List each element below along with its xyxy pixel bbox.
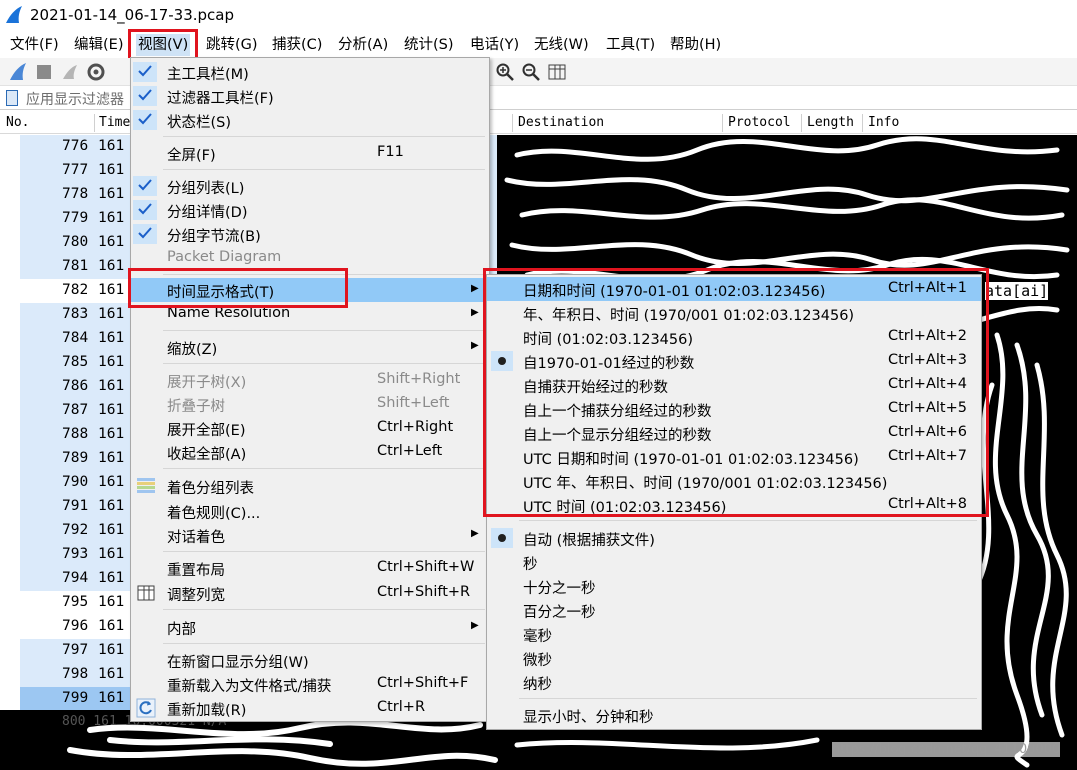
menu-item-zoom[interactable]: 缩放(Z) ▶ xyxy=(131,335,489,359)
reload-icon xyxy=(136,698,156,718)
menu-wireless[interactable]: 无线(W) xyxy=(532,34,591,56)
column-length[interactable]: Length xyxy=(807,115,854,130)
precision-option[interactable]: 纳秒 xyxy=(487,670,981,694)
info-fragment: ata[ai] xyxy=(985,282,1049,300)
display-filter-input[interactable]: 应用显示过滤器 xyxy=(26,89,124,109)
check-icon xyxy=(133,62,157,82)
check-icon xyxy=(133,110,157,130)
menu-file[interactable]: 文件(F) xyxy=(8,34,61,56)
menu-item-coloring-rules[interactable]: 着色规则(C)... xyxy=(131,499,489,523)
view-menu: 主工具栏(M) 过滤器工具栏(F) 状态栏(S) 全屏(F) F11 分组列表(… xyxy=(130,57,490,722)
menu-item-reload-as-file-format[interactable]: 重新载入为文件格式/捕获 Ctrl+Shift+F xyxy=(131,672,489,696)
menu-tools[interactable]: 工具(T) xyxy=(604,34,657,56)
menu-go[interactable]: 跳转(G) xyxy=(204,34,260,56)
zoom-out-icon[interactable] xyxy=(521,62,541,82)
menu-item-expand-all[interactable]: 展开全部(E) Ctrl+Right xyxy=(131,416,489,440)
menu-separator xyxy=(163,363,485,364)
zoom-in-icon[interactable] xyxy=(495,62,515,82)
menu-item-packet-diagram[interactable]: Packet Diagram xyxy=(131,246,489,270)
column-separator[interactable] xyxy=(722,114,723,132)
menu-separator xyxy=(519,520,977,521)
colorize-list-icon xyxy=(137,478,155,493)
menu-separator xyxy=(519,698,977,699)
menu-separator xyxy=(163,468,485,469)
annotation-time-format-box xyxy=(128,268,348,308)
menu-capture[interactable]: 捕获(C) xyxy=(270,34,324,56)
menu-separator xyxy=(163,609,485,610)
column-time[interactable]: Time xyxy=(99,115,130,130)
menu-item-show-hms[interactable]: 显示小时、分钟和秒 xyxy=(487,703,981,727)
menu-item-status-bar[interactable]: 状态栏(S) xyxy=(131,108,489,132)
menu-item-expand-subtrees[interactable]: 展开子树(X) Shift+Right xyxy=(131,368,489,392)
start-capture-icon[interactable] xyxy=(8,62,28,82)
menu-item-colorize-packet-list[interactable]: 着色分组列表 xyxy=(131,474,489,498)
menu-item-main-toolbar[interactable]: 主工具栏(M) xyxy=(131,60,489,84)
watermark: https://blog.csdn.net/qq_41100000 xyxy=(832,742,1061,757)
wireshark-fin-icon xyxy=(6,6,22,23)
menu-item-packet-details[interactable]: 分组详情(D) xyxy=(131,198,489,222)
resize-columns-icon xyxy=(137,585,155,601)
precision-option-selected[interactable]: 自动 (根据捕获文件) xyxy=(487,526,981,550)
menu-statistics[interactable]: 统计(S) xyxy=(402,34,456,56)
menu-separator xyxy=(163,551,485,552)
check-icon xyxy=(133,176,157,196)
submenu-arrow-icon: ▶ xyxy=(471,620,479,631)
menu-item-packet-bytes[interactable]: 分组字节流(B) xyxy=(131,222,489,246)
precision-option[interactable]: 微秒 xyxy=(487,646,981,670)
title-bar: 2021-01-14_06-17-33.pcap xyxy=(0,0,1077,30)
menu-item-show-packet-new-window[interactable]: 在新窗口显示分组(W) xyxy=(131,648,489,672)
menu-item-reload[interactable]: 重新加载(R) Ctrl+R xyxy=(131,696,489,720)
column-separator[interactable] xyxy=(94,114,95,132)
submenu-arrow-icon: ▶ xyxy=(471,307,479,318)
submenu-arrow-icon: ▶ xyxy=(471,340,479,351)
column-destination[interactable]: Destination xyxy=(518,115,604,130)
menu-item-colorize-conversation[interactable]: 对话着色 ▶ xyxy=(131,523,489,547)
column-info[interactable]: Info xyxy=(868,115,899,130)
menu-edit[interactable]: 编辑(E) xyxy=(72,34,125,56)
menu-item-internals[interactable]: 内部 ▶ xyxy=(131,615,489,639)
menu-separator xyxy=(163,643,485,644)
menu-separator xyxy=(163,136,485,137)
window-title: 2021-01-14_06-17-33.pcap xyxy=(30,6,235,24)
precision-option[interactable]: 十分之一秒 xyxy=(487,574,981,598)
menu-item-collapse-subtrees[interactable]: 折叠子树 Shift+Left xyxy=(131,392,489,416)
column-separator[interactable] xyxy=(801,114,802,132)
precision-option[interactable]: 百分之一秒 xyxy=(487,598,981,622)
column-separator[interactable] xyxy=(512,114,513,132)
menu-item-packet-list[interactable]: 分组列表(L) xyxy=(131,174,489,198)
restart-capture-icon[interactable] xyxy=(60,62,80,82)
precision-option[interactable]: 秒 xyxy=(487,550,981,574)
menu-telephony[interactable]: 电话(Y) xyxy=(468,34,521,56)
column-separator[interactable] xyxy=(862,114,863,132)
bookmark-icon[interactable] xyxy=(6,90,18,106)
menu-separator xyxy=(163,330,485,331)
menu-item-collapse-all[interactable]: 收起全部(A) Ctrl+Left xyxy=(131,440,489,464)
capture-options-icon[interactable] xyxy=(86,62,106,82)
menu-item-filter-toolbar[interactable]: 过滤器工具栏(F) xyxy=(131,84,489,108)
check-icon xyxy=(133,86,157,106)
menu-item-resize-columns[interactable]: 调整列宽 Ctrl+Shift+R xyxy=(131,581,489,605)
menu-separator xyxy=(163,169,485,170)
radio-dot-icon xyxy=(491,528,513,548)
submenu-arrow-icon: ▶ xyxy=(471,283,479,294)
check-icon xyxy=(133,224,157,244)
column-no[interactable]: No. xyxy=(6,115,29,130)
submenu-arrow-icon: ▶ xyxy=(471,528,479,539)
precision-option[interactable]: 毫秒 xyxy=(487,622,981,646)
menu-analyze[interactable]: 分析(A) xyxy=(336,34,390,56)
stop-capture-icon[interactable] xyxy=(34,62,54,82)
menu-help[interactable]: 帮助(H) xyxy=(668,34,723,56)
annotation-time-options-box xyxy=(483,268,989,517)
menu-item-reset-layout[interactable]: 重置布局 Ctrl+Shift+W xyxy=(131,556,489,580)
resize-columns-icon[interactable] xyxy=(547,62,567,82)
check-icon xyxy=(133,200,157,220)
column-protocol[interactable]: Protocol xyxy=(728,115,791,130)
menu-item-fullscreen[interactable]: 全屏(F) F11 xyxy=(131,141,489,165)
